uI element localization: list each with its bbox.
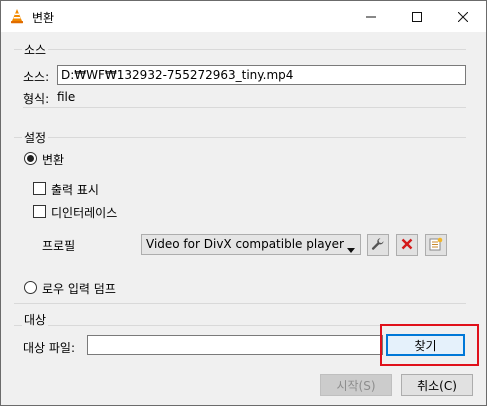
chevron-down-icon <box>347 242 355 257</box>
convert-dialog: 변환 소스 소스: D:₩WF₩132932-755272963_tiny.mp… <box>0 0 487 406</box>
maximize-icon <box>412 11 422 22</box>
delete-profile-button[interactable] <box>396 234 418 256</box>
source-divider <box>23 107 466 108</box>
new-profile-icon <box>429 237 443 254</box>
convert-radio[interactable] <box>24 152 37 165</box>
wrench-icon <box>371 237 385 254</box>
vlc-cone-icon <box>9 8 25 24</box>
browse-highlight-box <box>380 324 479 366</box>
raw-dump-label[interactable]: 로우 입력 덤프 <box>42 280 116 297</box>
destination-group-label: 대상 <box>22 311 49 328</box>
close-icon <box>458 11 468 22</box>
source-path-input[interactable]: D:₩WF₩132932-755272963_tiny.mp4 <box>57 65 466 85</box>
deinterlace-label[interactable]: 디인터레이스 <box>51 204 117 221</box>
settings-group-label: 설정 <box>22 129 49 146</box>
settings-group-line <box>14 137 466 138</box>
type-value: file <box>57 90 76 104</box>
destination-file-label: 대상 파일: <box>23 341 76 355</box>
cancel-button-label: 취소(C) <box>417 378 457 393</box>
show-output-label[interactable]: 출력 표시 <box>51 181 99 198</box>
settings-divider <box>14 303 466 304</box>
minimize-button[interactable] <box>348 1 394 32</box>
minimize-icon <box>366 12 376 22</box>
delete-x-icon <box>401 238 413 253</box>
title-bar: 변환 <box>1 1 486 32</box>
close-button[interactable] <box>440 1 486 32</box>
deinterlace-checkbox[interactable] <box>33 205 46 218</box>
source-label: 소스: <box>23 70 50 84</box>
maximize-button[interactable] <box>394 1 440 32</box>
type-label: 형식: <box>23 92 50 106</box>
profile-select-value: Video for DivX compatible player <box>146 237 344 251</box>
convert-radio-label[interactable]: 변환 <box>42 151 64 168</box>
start-button-label: 시작(S) <box>336 378 376 393</box>
start-button[interactable]: 시작(S) <box>320 374 392 396</box>
edit-profile-button[interactable] <box>367 234 389 256</box>
show-output-checkbox[interactable] <box>33 182 46 195</box>
destination-file-input[interactable] <box>87 335 383 355</box>
cancel-button[interactable]: 취소(C) <box>401 374 473 396</box>
profile-label: 프로필 <box>42 239 76 253</box>
new-profile-button[interactable] <box>425 234 447 256</box>
profile-select[interactable]: Video for DivX compatible player <box>141 234 361 255</box>
window-title: 변환 <box>32 11 55 25</box>
source-group-line <box>14 49 466 50</box>
raw-dump-radio[interactable] <box>24 281 37 294</box>
source-group-label: 소스 <box>22 41 49 58</box>
radio-selected-dot <box>27 155 34 162</box>
